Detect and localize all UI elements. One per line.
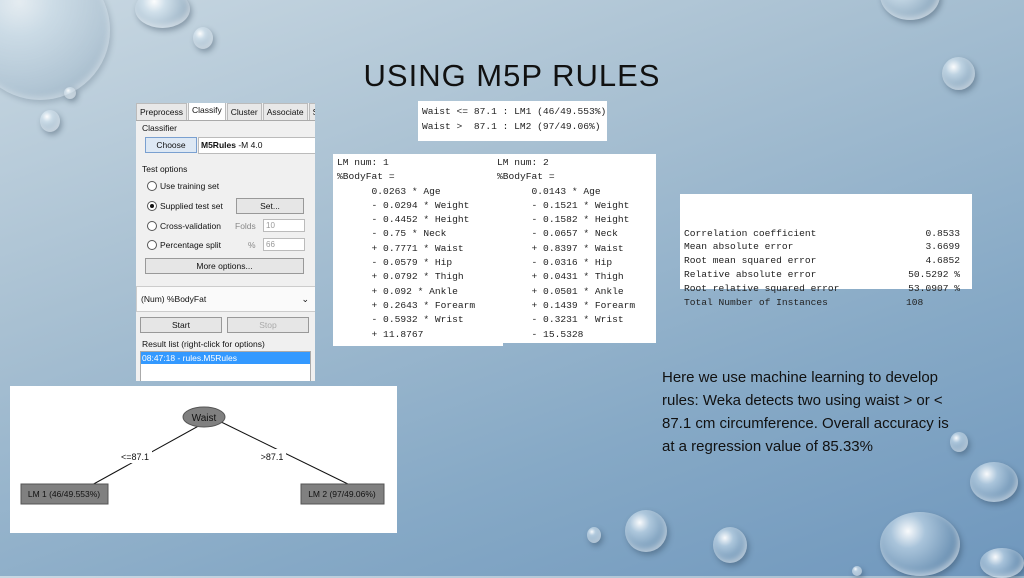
- stats-value: 53.0907 %: [908, 282, 960, 294]
- percent-input[interactable]: 66: [263, 238, 305, 251]
- rule-line-2: Waist > 87.1 : LM2 (97/49.06%): [422, 121, 601, 132]
- tree-root-label: Waist: [192, 413, 217, 424]
- water-drop-decoration: [713, 527, 747, 563]
- stats-value: 3.6699: [925, 241, 960, 253]
- target-select-value: (Num) %BodyFat: [141, 294, 207, 304]
- stats-row: Total Number of Instances 108: [684, 296, 968, 310]
- folds-label: Folds: [235, 221, 256, 231]
- stats-label: Correlation coefficient: [684, 227, 817, 239]
- water-drop-decoration: [135, 0, 190, 28]
- water-drop-decoration: [880, 0, 940, 20]
- stats-value: 0.8533: [925, 227, 960, 239]
- stats-value: 108: [906, 296, 924, 308]
- target-select[interactable]: (Num) %BodyFat ⌄: [136, 286, 315, 312]
- tree-edge-right-label: >87.1: [261, 452, 284, 462]
- water-drop-decoration: [980, 548, 1024, 578]
- choose-button[interactable]: Choose: [145, 137, 197, 153]
- result-list[interactable]: 08:47:18 - rules.M5Rules: [140, 351, 311, 381]
- water-drop-decoration: [625, 510, 667, 552]
- tab-cluster[interactable]: Cluster: [226, 103, 262, 120]
- more-options-button[interactable]: More options...: [145, 258, 304, 274]
- tab-preprocess[interactable]: Preprocess: [136, 103, 187, 120]
- folds-input[interactable]: 10: [263, 219, 305, 232]
- linear-model-1: LM num: 1 %BodyFat = 0.0263 * Age - 0.02…: [333, 154, 503, 346]
- linear-model-2: LM num: 2 %BodyFat = 0.0143 * Age - 0.15…: [493, 154, 656, 343]
- rules-output: Waist <= 87.1 : LM1 (46/49.553%) Waist >…: [418, 101, 607, 141]
- rule-line-1: Waist <= 87.1 : LM1 (46/49.553%): [422, 106, 607, 117]
- evaluation-stats: Correlation coefficient 0.8533 Mean absolu…: [680, 194, 972, 308]
- start-button[interactable]: Start: [140, 317, 222, 333]
- chevron-down-icon: ⌄: [301, 294, 309, 304]
- stats-label: Total Number of Instances: [684, 296, 828, 308]
- supplied-test-set-radio[interactable]: [147, 201, 157, 211]
- stats-row: Relative absolute error 50.5292 %: [684, 268, 968, 282]
- weka-tab-bar: Preprocess Classify Cluster Associate S: [136, 103, 315, 121]
- stats-value: 4.6852: [925, 255, 960, 267]
- stats-label: Root mean squared error: [684, 255, 817, 267]
- water-drop-decoration: [950, 432, 968, 452]
- water-drop-decoration: [587, 527, 601, 543]
- percentage-split-radio[interactable]: [147, 240, 157, 250]
- water-drop-decoration: [40, 110, 60, 132]
- result-list-heading: Result list (right-click for options): [142, 339, 265, 349]
- weka-classify-panel: Preprocess Classify Cluster Associate S …: [136, 103, 315, 381]
- stats-row: Root mean squared error 4.6852: [684, 254, 968, 268]
- tab-associate[interactable]: Associate: [262, 103, 308, 120]
- water-drop-decoration: [193, 27, 213, 49]
- tree-diagram: Waist <=87.1 >87.1 LM 1 (46/49.553%) LM …: [20, 406, 385, 505]
- water-drop-decoration: [970, 462, 1018, 502]
- tree-edge-left-label: <=87.1: [121, 452, 149, 462]
- test-options-heading: Test options: [142, 164, 188, 174]
- supplied-test-set-label: Supplied test set: [160, 201, 223, 211]
- stats-row: Correlation coefficient 0.8533: [684, 227, 968, 241]
- classifier-args: -M 4.0: [235, 140, 263, 150]
- tree-leaf-2-label: LM 2 (97/49.06%): [308, 489, 376, 499]
- tree-leaf-1-label: LM 1 (46/49.553%): [28, 489, 100, 499]
- tab-classify[interactable]: Classify: [188, 103, 226, 120]
- set-button[interactable]: Set...: [236, 198, 304, 214]
- percent-label: %: [248, 240, 256, 250]
- classifier-heading: Classifier: [142, 123, 177, 133]
- use-training-set-radio[interactable]: [147, 181, 157, 191]
- stats-value: 50.5292 %: [908, 268, 960, 280]
- classifier-name: M5Rules: [201, 140, 236, 150]
- slide-description: Here we use machine learning to develop …: [662, 369, 949, 455]
- water-drop-decoration: [852, 566, 862, 576]
- water-drop-decoration: [880, 512, 960, 576]
- stats-label: Mean absolute error: [684, 241, 794, 253]
- classifier-field[interactable]: M5Rules -M 4.0: [198, 137, 315, 154]
- stats-row: Root relative squared error 53.0907 %: [684, 282, 968, 296]
- tree-visualization: Waist <=87.1 >87.1 LM 1 (46/49.553%) LM …: [10, 386, 397, 533]
- stats-label: Root relative squared error: [684, 282, 840, 294]
- slide-title: USING M5P RULES: [363, 58, 661, 93]
- result-list-item[interactable]: 08:47:18 - rules.M5Rules: [141, 352, 310, 364]
- use-training-set-label: Use training set: [160, 181, 220, 191]
- stats-table: Correlation coefficient 0.8533 Mean absolu…: [684, 227, 968, 310]
- stats-label: Relative absolute error: [684, 268, 817, 280]
- cross-validation-radio[interactable]: [147, 221, 157, 231]
- stop-button[interactable]: Stop: [227, 317, 309, 333]
- percentage-split-label: Percentage split: [160, 240, 221, 250]
- stats-row: Mean absolute error 3.6699: [684, 240, 968, 254]
- tab-select[interactable]: S: [308, 103, 315, 120]
- cross-validation-label: Cross-validation: [160, 221, 221, 231]
